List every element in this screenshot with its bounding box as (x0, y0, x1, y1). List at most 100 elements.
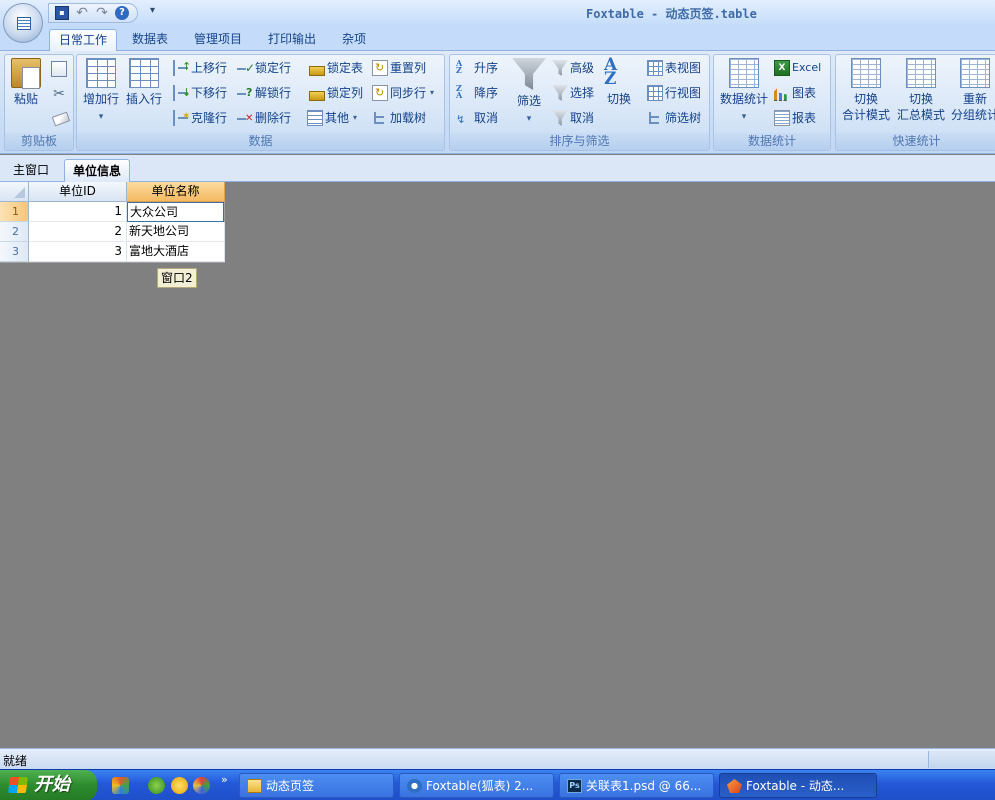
other-button[interactable]: 其他 ▾ (307, 108, 357, 128)
data-grid: 单位ID 单位名称 1 1 大众公司 2 2 新天地公司 3 3 富地大酒店 (0, 182, 225, 263)
foxtable-icon (727, 779, 742, 793)
undo-icon[interactable]: ↶ (75, 6, 89, 20)
filter-tree-icon (647, 110, 663, 126)
reset-col-label: 重置列 (390, 61, 427, 75)
cut-icon: ✂ (53, 86, 65, 102)
report-button[interactable]: 报表 (774, 108, 816, 128)
column-header-id[interactable]: 单位ID (29, 182, 127, 202)
regroup-stats-button[interactable]: 重新 分组统计 (950, 58, 995, 123)
sort-asc-button[interactable]: A Z 升序 (456, 58, 498, 78)
quick-launch-browser-icon[interactable] (148, 777, 165, 794)
toggle-sort-button[interactable]: AZ 切换 (602, 57, 636, 107)
toggle-summary-mode-button[interactable]: 切换 汇总模式 (896, 58, 946, 123)
sort-cancel-button[interactable]: ↯ 取消 (456, 108, 498, 128)
table-cell-id[interactable]: 1 (29, 202, 127, 222)
clone-row-button[interactable]: 克隆行 (173, 107, 227, 128)
funnel-icon (512, 58, 546, 90)
tab-misc[interactable]: 杂项 (333, 29, 375, 51)
lock-column-button[interactable]: 锁定列 (307, 83, 363, 103)
table-cell-id[interactable]: 3 (29, 242, 127, 262)
copy-icon (51, 61, 67, 77)
tab-data-table[interactable]: 数据表 (123, 29, 177, 51)
select-filter-button[interactable]: 选择 (552, 83, 594, 103)
table-view-label: 表视图 (665, 61, 702, 75)
move-row-down-button[interactable]: 下移行 (173, 83, 227, 103)
quick-launch-media-icon[interactable] (171, 777, 188, 794)
tab-manage-project[interactable]: 管理项目 (185, 29, 251, 51)
quick-launch-more-button[interactable]: » (221, 773, 228, 786)
taskbar-button-photoshop[interactable]: Ps 关联表1.psd @ 66... (559, 773, 714, 798)
row-view-button[interactable]: 行视图 (647, 83, 701, 103)
select-all-corner[interactable] (0, 182, 29, 202)
row-header[interactable]: 1 (0, 202, 29, 222)
redo-icon[interactable]: ↷ (95, 6, 109, 20)
delete-row-button[interactable]: 删除行 (237, 108, 292, 129)
lock-table-button[interactable]: 锁定表 (307, 58, 363, 78)
regroup-line2: 分组统计 (950, 108, 995, 122)
row-header[interactable]: 3 (0, 242, 29, 262)
chevron-down-icon: ▾ (741, 112, 747, 122)
quick-launch-color-icon[interactable] (193, 777, 210, 794)
start-label: 开始 (34, 774, 70, 795)
quick-access-toolbar: ▪ ↶ ↷ ? (48, 3, 138, 23)
status-bar: 就绪 (0, 748, 995, 769)
row-header[interactable]: 2 (0, 222, 29, 242)
advanced-label: 高级 (570, 61, 595, 75)
column-header-name[interactable]: 单位名称 (127, 182, 225, 202)
taskbar-button-folder[interactable]: 动态页签 (239, 773, 394, 798)
data-stats-button[interactable]: 数据统计 ▾ (719, 58, 769, 125)
help-icon[interactable]: ? (115, 6, 129, 20)
doc-tab-main-window[interactable]: 主窗口 (5, 159, 57, 182)
chevron-down-icon: ▾ (353, 113, 358, 122)
toggle-label: 切换 (606, 92, 631, 106)
table-cell-id[interactable]: 2 (29, 222, 127, 242)
unlock-row-button[interactable]: 解锁行 (237, 83, 291, 103)
taskbar-button-browser[interactable]: Foxtable(狐表) 2... (399, 773, 554, 798)
doc-tab-unit-info[interactable]: 单位信息 (64, 159, 131, 182)
excel-button[interactable]: X Excel (774, 58, 821, 78)
taskbar-button-foxtable[interactable]: Foxtable - 动态... (719, 773, 877, 798)
sort-desc-button[interactable]: Z A 降序 (456, 83, 498, 103)
save-icon[interactable]: ▪ (55, 6, 69, 20)
customize-qat-button[interactable]: ▾ (150, 5, 155, 16)
chart-button[interactable]: 图表 (774, 83, 816, 103)
lock-table-label: 锁定表 (327, 61, 364, 75)
filter-tree-button[interactable]: 筛选树 (647, 108, 701, 128)
sync-row-button[interactable]: 同步行▾ (372, 83, 434, 103)
cancel-filter-button[interactable]: 取消 (552, 108, 594, 128)
cut-button[interactable]: ✂ (51, 84, 69, 104)
tab-daily-work[interactable]: 日常工作 (49, 29, 118, 52)
application-menu-button[interactable] (3, 3, 43, 43)
taskbar-label: 关联表1.psd @ 66... (586, 779, 702, 793)
add-row-button[interactable]: 增加行 ▾ (82, 58, 120, 125)
summary-mode-icon (906, 58, 936, 88)
summary-mode-line1: 切换 (908, 92, 933, 106)
move-row-up-button[interactable]: 上移行 (173, 57, 227, 78)
paste-button[interactable]: 粘贴 (11, 58, 41, 107)
select-filter-icon (552, 85, 568, 101)
start-button[interactable]: 开始 (0, 770, 97, 800)
advanced-filter-button[interactable]: 高级 (552, 58, 594, 78)
load-tree-label: 加载树 (390, 111, 427, 125)
filter-button[interactable]: 筛选 ▾ (512, 58, 546, 127)
tab-print-output[interactable]: 打印输出 (259, 29, 325, 51)
load-tree-button[interactable]: 加载树 (372, 108, 426, 128)
reset-column-button[interactable]: 重置列 (372, 58, 426, 78)
tree-icon (372, 110, 388, 126)
paste-icon (11, 58, 41, 89)
table-view-button[interactable]: 表视图 (647, 58, 701, 78)
add-row-label: 增加行 (82, 92, 119, 106)
summary-mode-line2: 汇总模式 (896, 108, 945, 122)
toggle-total-mode-button[interactable]: 切换 合计模式 (841, 58, 891, 123)
copy-button[interactable] (51, 59, 69, 79)
group-clipboard: 粘贴 ✂ 剪贴板 (4, 54, 74, 151)
table-cell-name[interactable]: 富地大酒店 (127, 242, 225, 262)
clear-button[interactable] (51, 109, 71, 129)
group-label-quick-stats: 快速统计 (836, 133, 995, 150)
table-cell-name[interactable]: 大众公司 (127, 202, 224, 222)
table-cell-name[interactable]: 新天地公司 (127, 222, 225, 242)
lock-row-button[interactable]: 锁定行 (237, 58, 291, 78)
delete-row-label: 删除行 (255, 111, 292, 125)
insert-row-button[interactable]: 插入行 (125, 58, 163, 107)
quick-launch-app-icon[interactable] (112, 777, 129, 794)
